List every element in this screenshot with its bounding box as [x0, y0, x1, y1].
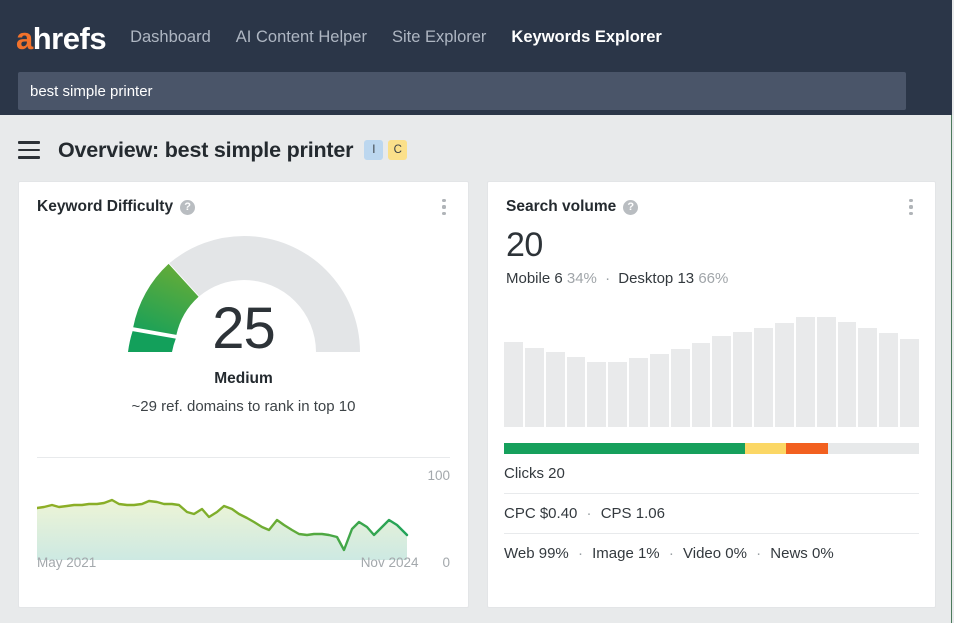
- image-share: Image 1%: [592, 545, 660, 562]
- nav-item-site-explorer[interactable]: Site Explorer: [392, 28, 486, 47]
- bar: [775, 323, 794, 427]
- web-share: Web 99%: [504, 545, 569, 562]
- cps-label: CPS 1.06: [601, 505, 665, 522]
- mobile-percent: 34%: [567, 270, 597, 287]
- keyword-difficulty-subtitle: ~29 ref. domains to rank in top 10: [19, 398, 468, 415]
- badge-country[interactable]: C: [388, 140, 407, 160]
- bar: [900, 339, 919, 426]
- sparkline-footer: May 2021 Nov 2024 0: [37, 555, 450, 570]
- scrollbar-thumb[interactable]: [949, 0, 952, 115]
- nav-row: ahrefs Dashboard AI Content Helper Site …: [0, 0, 954, 60]
- help-icon[interactable]: ?: [623, 200, 638, 215]
- keyword-difficulty-card: Keyword Difficulty ?: [18, 181, 469, 608]
- more-options-icon[interactable]: [903, 198, 919, 216]
- keyword-difficulty-card-header: Keyword Difficulty ?: [19, 182, 468, 216]
- separator-dot: ·: [605, 270, 610, 287]
- search-volume-card-header: Search volume ?: [488, 182, 935, 216]
- bar: [629, 358, 648, 426]
- clicks-segment-organic: [504, 443, 745, 454]
- keyword-difficulty-history: 100: [37, 457, 450, 574]
- separator-dot: ·: [669, 545, 674, 562]
- keyword-difficulty-value: 25: [19, 300, 468, 358]
- cards-row: Keyword Difficulty ?: [0, 181, 954, 608]
- cpc-label: CPC $0.40: [504, 505, 577, 522]
- keyword-search-input[interactable]: [18, 72, 906, 110]
- page-header: Overview: best simple printer I C: [0, 115, 954, 181]
- nav-item-ai-content-helper[interactable]: AI Content Helper: [236, 28, 367, 47]
- mobile-volume: Mobile 6: [506, 270, 563, 287]
- more-options-icon[interactable]: [436, 198, 452, 216]
- bar: [692, 343, 711, 427]
- clicks-row: Clicks 20: [504, 454, 919, 493]
- keyword-difficulty-title: Keyword Difficulty: [37, 198, 173, 216]
- page-title: Overview: best simple printer: [58, 138, 353, 163]
- top-navigation-bar: ahrefs Dashboard AI Content Helper Site …: [0, 0, 954, 115]
- search-volume-value: 20: [488, 216, 935, 264]
- bar: [650, 354, 669, 427]
- sparkline-axis-min: 0: [442, 555, 450, 570]
- sparkline-svg: [37, 488, 415, 560]
- menu-icon[interactable]: [18, 141, 40, 159]
- bar: [546, 352, 565, 426]
- clicks-segment-paid: [745, 443, 787, 454]
- bar: [525, 348, 544, 427]
- bar: [504, 342, 523, 427]
- ahrefs-logo[interactable]: ahrefs: [16, 23, 106, 54]
- nav-links: Dashboard AI Content Helper Site Explore…: [130, 28, 662, 49]
- bar: [587, 362, 606, 427]
- sparkline-axis-max: 100: [427, 468, 450, 483]
- serp-feature-row: Web 99% · Image 1% · Video 0% · News 0%: [504, 533, 919, 573]
- desktop-volume: Desktop 13: [618, 270, 694, 287]
- logo-text: hrefs: [33, 21, 106, 56]
- clicks-label: Clicks 20: [504, 465, 565, 482]
- sparkline-end-date: Nov 2024: [361, 555, 419, 570]
- desktop-percent: 66%: [698, 270, 728, 287]
- nav-item-dashboard[interactable]: Dashboard: [130, 28, 211, 47]
- bar: [858, 328, 877, 427]
- sparkline-start-date: May 2021: [37, 555, 96, 570]
- bar-group: [504, 309, 919, 427]
- keyword-difficulty-gauge: 25 Medium ~29 ref. domains to rank in to…: [19, 222, 468, 422]
- keyword-difficulty-rating: Medium: [19, 370, 468, 388]
- clicks-segment-other: [786, 443, 828, 454]
- search-volume-title: Search volume: [506, 198, 616, 216]
- separator-dot: ·: [756, 545, 761, 562]
- news-share: News 0%: [770, 545, 833, 562]
- search-bar-container: [0, 60, 954, 110]
- cpc-cps-row: CPC $0.40 · CPS 1.06: [504, 493, 919, 533]
- bar: [671, 349, 690, 427]
- clicks-distribution-bar: [504, 443, 919, 454]
- bar: [733, 332, 752, 426]
- bar: [838, 322, 857, 427]
- device-split: Mobile 6 34% · Desktop 13 66%: [488, 264, 935, 287]
- scrollbar-line: [951, 115, 952, 623]
- nav-item-keywords-explorer[interactable]: Keywords Explorer: [511, 28, 661, 47]
- bar: [567, 357, 586, 427]
- separator-dot: ·: [578, 545, 583, 562]
- help-icon[interactable]: ?: [180, 200, 195, 215]
- badge-information[interactable]: I: [364, 140, 383, 160]
- bar: [754, 328, 773, 427]
- bar: [817, 317, 836, 427]
- logo-letter-a: a: [16, 21, 33, 56]
- bar: [608, 362, 627, 427]
- separator-dot: ·: [587, 505, 592, 522]
- bar: [712, 336, 731, 427]
- badge-group: I C: [364, 140, 407, 160]
- app-root: ahrefs Dashboard AI Content Helper Site …: [0, 0, 954, 623]
- search-volume-card: Search volume ? 20 Mobile 6 34% · Deskto…: [487, 181, 936, 608]
- page-scrollbar[interactable]: [949, 0, 954, 623]
- search-volume-bar-chart: [488, 287, 935, 427]
- bar: [796, 317, 815, 427]
- video-share: Video 0%: [683, 545, 747, 562]
- bar: [879, 333, 898, 426]
